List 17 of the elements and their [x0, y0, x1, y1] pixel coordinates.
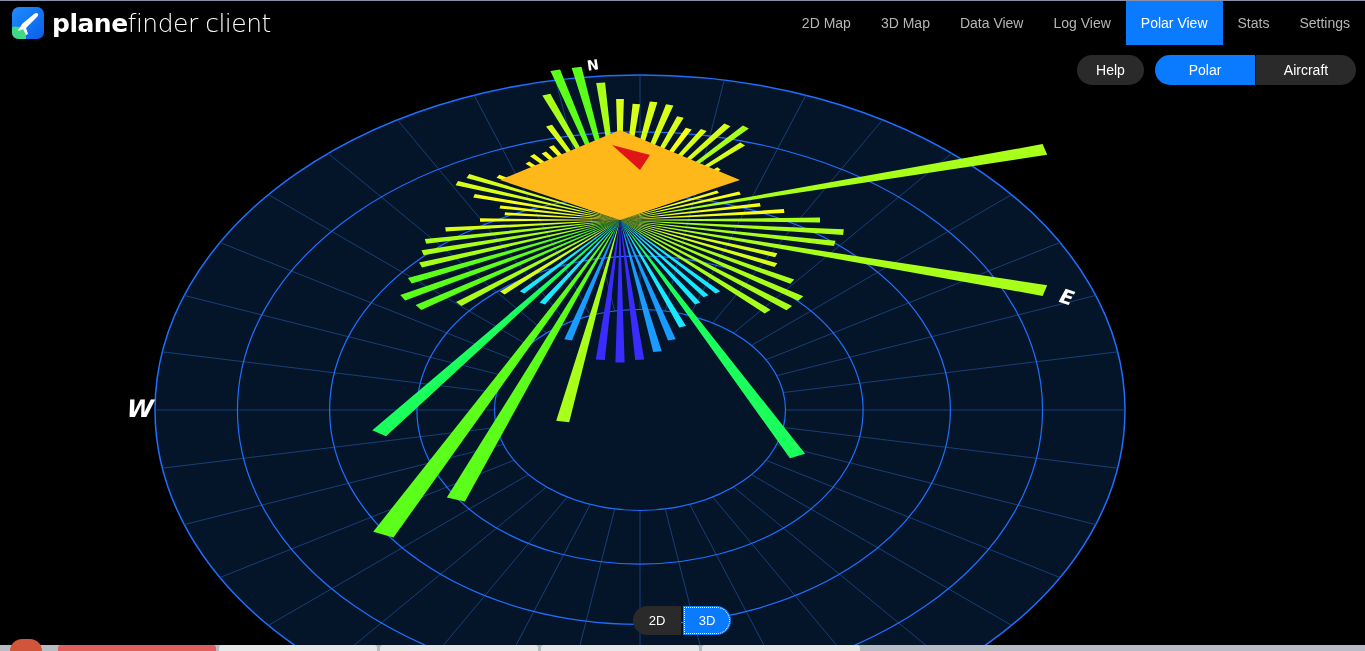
mode-toggle-button[interactable]: Aircraft [1256, 55, 1356, 85]
nav-tab[interactable]: 2D Map [786, 1, 866, 45]
compass-label: N [585, 56, 600, 74]
start-icon[interactable] [10, 639, 42, 651]
app-title: planefinder client [52, 8, 271, 38]
help-button[interactable]: Help [1077, 55, 1144, 85]
nav-tab[interactable]: Log View [1038, 1, 1126, 45]
nav-tab[interactable]: 3D Map [865, 1, 945, 45]
nav-tab[interactable]: Settings [1284, 1, 1365, 45]
logo-icon [12, 7, 44, 39]
compass-label: E [1054, 284, 1080, 310]
mode-toggle-button[interactable]: Polar [1155, 55, 1255, 85]
nav-tab[interactable]: Polar View [1125, 1, 1223, 45]
nav-tab[interactable]: Stats [1222, 1, 1285, 45]
nav-tab[interactable]: Data View [944, 1, 1039, 45]
view-toggle-button[interactable]: 2D [633, 606, 681, 635]
view-toggle-button[interactable]: 3D [683, 606, 731, 635]
